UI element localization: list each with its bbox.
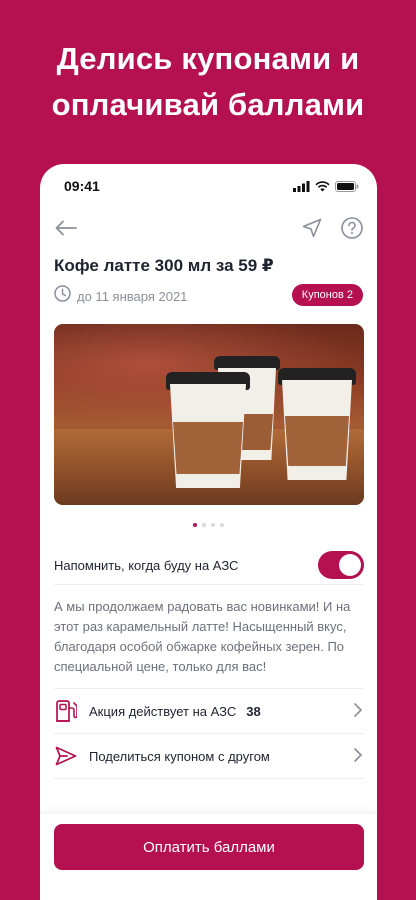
status-time: 09:41 <box>64 178 100 194</box>
valid-until-text: до 11 января 2021 <box>77 288 188 304</box>
reminder-row: Напомнить, когда буду на АЗС <box>54 548 364 582</box>
stations-count: 38 <box>246 703 261 719</box>
promo-headline: Делись купонами и оплачивай баллами <box>0 36 416 128</box>
offer-validity: до 11 января 2021 <box>54 285 187 307</box>
phone-screen: 09:41 Кофе латте 300 мл за 59 ₽ до 11 ян… <box>40 164 377 900</box>
battery-icon <box>335 179 359 197</box>
offer-description: А мы продолжаем радовать вас новинками! … <box>54 599 351 674</box>
carousel-dot[interactable] <box>202 523 206 527</box>
pay-with-points-button[interactable]: Оплатить баллами <box>54 824 364 870</box>
carousel-dot[interactable] <box>220 523 224 527</box>
back-arrow-icon[interactable] <box>52 214 80 242</box>
reminder-toggle[interactable] <box>318 551 364 579</box>
wifi-icon <box>315 179 330 197</box>
divider <box>54 584 364 585</box>
chevron-right-icon <box>354 703 362 722</box>
stations-row[interactable]: Акция действует на АЗС 38 <box>54 689 364 733</box>
clock-icon <box>54 285 71 307</box>
status-bar: 09:41 <box>40 164 377 208</box>
stations-row-label: Акция действует на АЗС <box>89 703 237 719</box>
share-coupon-row[interactable]: Поделиться купоном с другом <box>54 734 364 778</box>
carousel-dot[interactable] <box>193 523 197 527</box>
offer-title: Кофе латте 300 мл за 59 ₽ <box>54 256 274 275</box>
send-icon <box>54 744 78 768</box>
coupons-badge: Купонов 2 <box>291 284 363 306</box>
signal-icon <box>293 179 310 197</box>
reminder-label: Напомнить, когда буду на АЗС <box>54 557 239 573</box>
carousel-indicator <box>40 523 377 527</box>
location-arrow-icon[interactable] <box>298 214 326 242</box>
promo-line-2: оплачивай баллами <box>51 87 365 122</box>
share-coupon-label: Поделиться купоном с другом <box>89 748 270 764</box>
footer-bar: Оплатить баллами <box>40 814 377 900</box>
help-icon[interactable] <box>338 214 366 242</box>
offer-image[interactable] <box>54 324 364 505</box>
promo-line-1: Делись купонами и <box>56 41 360 76</box>
chevron-right-icon <box>354 748 362 767</box>
divider <box>54 778 364 779</box>
fuel-station-icon <box>54 699 78 723</box>
carousel-dot[interactable] <box>211 523 215 527</box>
nav-bar <box>40 208 377 252</box>
